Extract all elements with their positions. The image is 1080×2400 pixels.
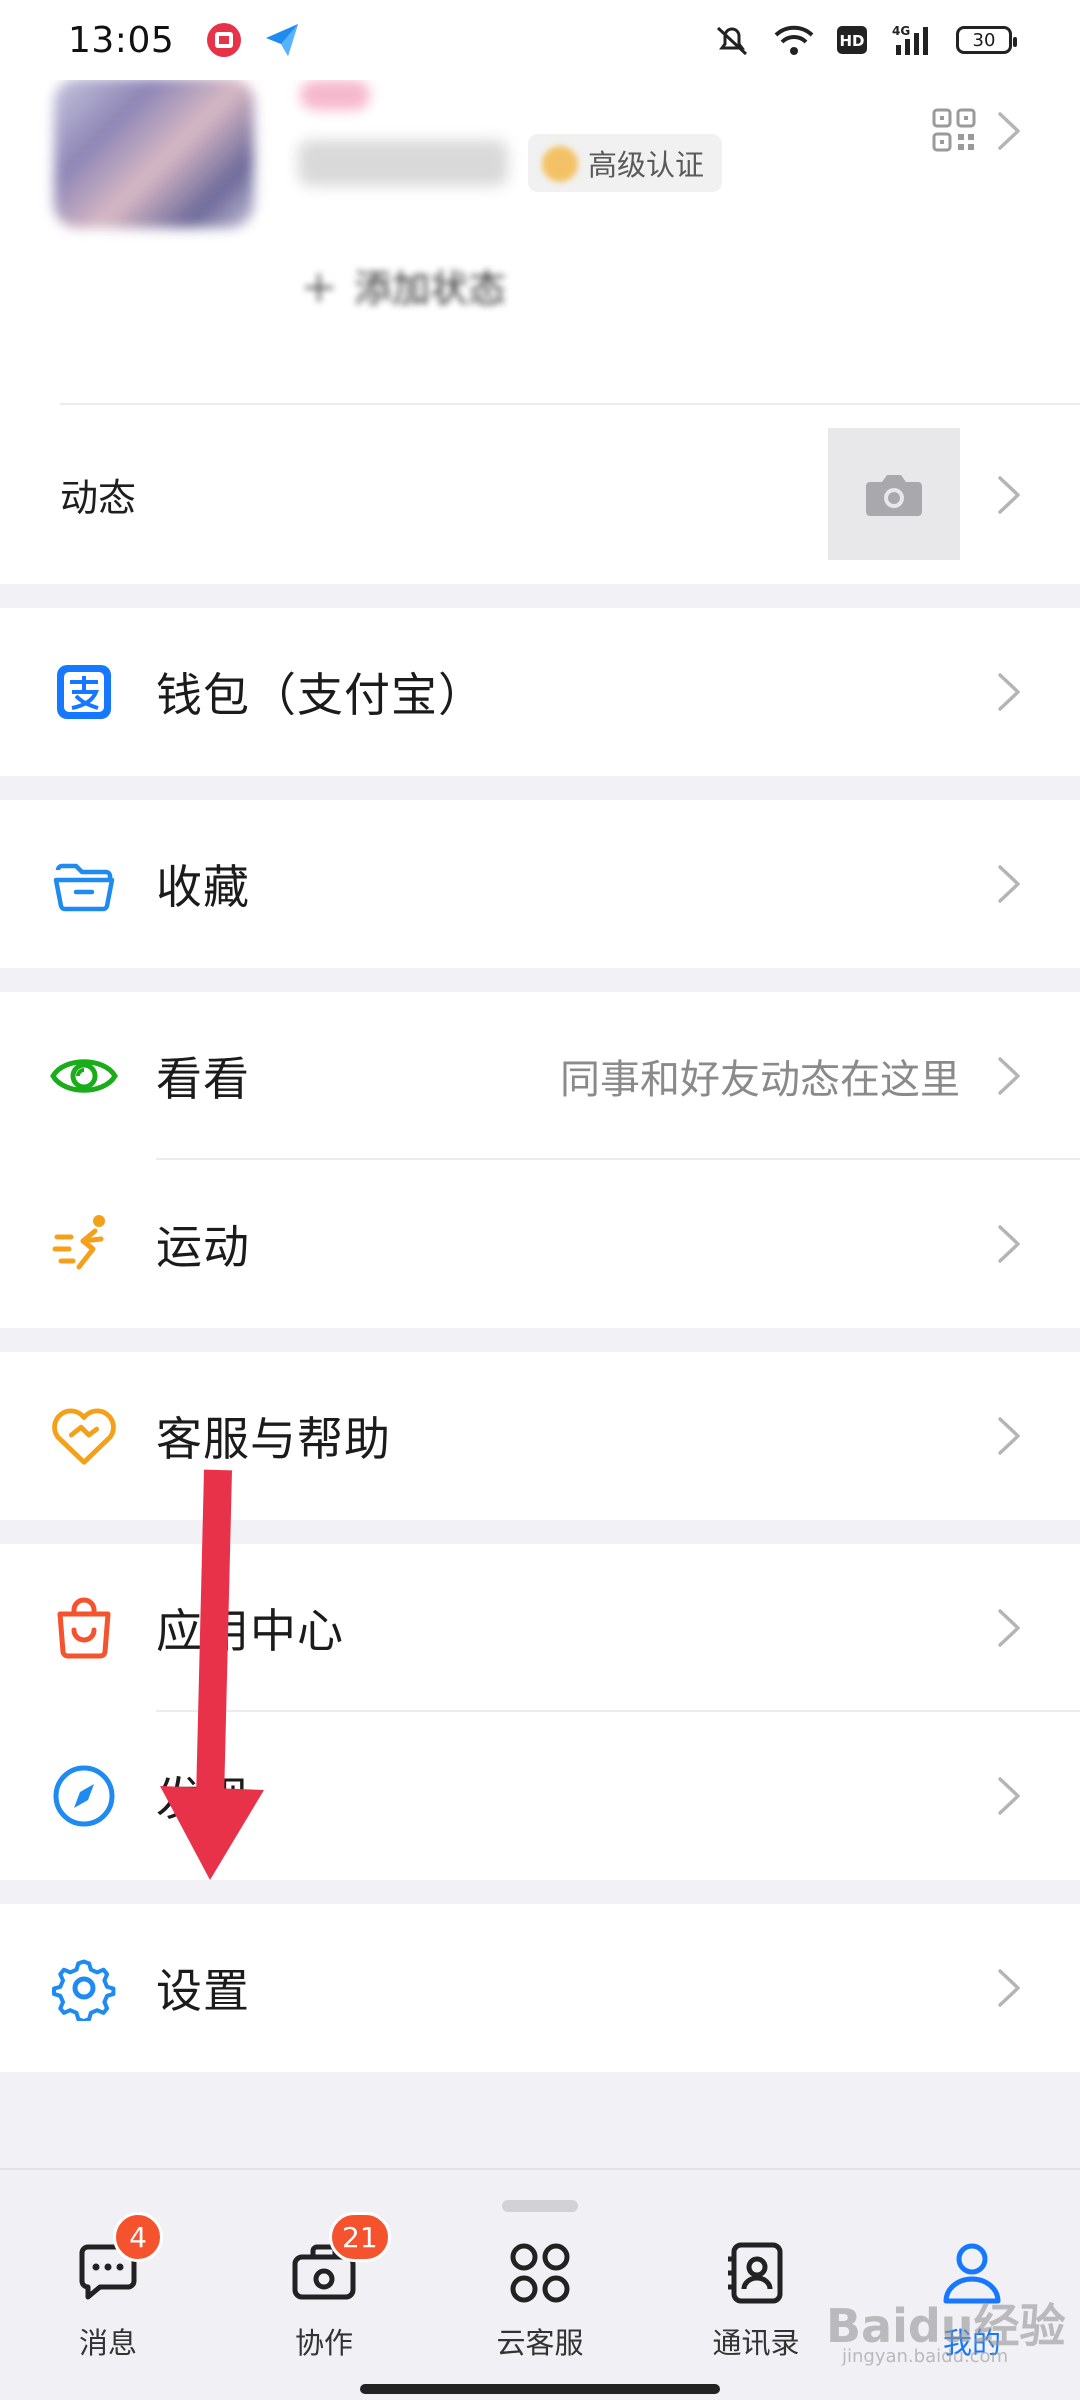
wifi-icon	[774, 25, 814, 55]
menu-item-favorites[interactable]: 收藏	[0, 800, 1080, 968]
svg-text:4G: 4G	[892, 24, 910, 38]
chevron-right-icon	[998, 1609, 1020, 1647]
signal-4g-icon: 4G	[892, 24, 928, 55]
menu-group-apps: 应用中心 发现	[0, 1544, 1080, 1880]
chevron-right-icon	[998, 476, 1020, 514]
gear-icon	[50, 1954, 118, 2022]
shopping-bag-icon	[50, 1594, 118, 1662]
contacts-book-icon	[728, 2242, 783, 2304]
user-name-blurred	[300, 80, 370, 110]
menu-item-sports[interactable]: 运动	[0, 1160, 1080, 1328]
moments-label: 动态	[60, 475, 137, 520]
alipay-wallet-icon	[50, 658, 118, 726]
menu-label-support: 客服与帮助	[156, 1412, 391, 1466]
menu-label-wallet: 钱包（支付宝）	[156, 668, 485, 722]
unread-badge: 21	[329, 2212, 391, 2262]
add-status-label: 添加状态	[354, 267, 507, 311]
folder-favorites-icon	[50, 850, 118, 918]
profile-chevron-right-icon[interactable]	[996, 110, 1022, 152]
running-icon	[50, 1210, 118, 1278]
company-name-blurred	[298, 140, 508, 186]
svg-text:HD: HD	[839, 32, 864, 50]
certification-badge[interactable]: 高级认证	[528, 134, 723, 192]
tab-collaboration[interactable]: 21 协作	[244, 2212, 404, 2362]
tab-label: 协作	[294, 2326, 353, 2360]
grid-apps-icon	[510, 2243, 570, 2303]
camera-icon	[866, 475, 922, 516]
menu-label-sports: 运动	[156, 1220, 250, 1274]
battery-level: 30	[972, 29, 996, 51]
menu-group-wallet: 钱包（支付宝）	[0, 608, 1080, 776]
menu-group-settings: 设置	[0, 1904, 1080, 2072]
chevron-right-icon	[998, 1225, 1020, 1263]
moments-camera-thumbnail[interactable]	[828, 428, 960, 560]
menu-label-settings: 设置	[156, 1964, 250, 2018]
menu-item-settings[interactable]: 设置	[0, 1904, 1080, 2072]
eye-icon	[50, 1042, 118, 1110]
menu-item-support[interactable]: 客服与帮助	[0, 1352, 1080, 1520]
plus-icon: ＋	[300, 267, 339, 311]
tab-label: 云客服	[496, 2326, 584, 2360]
menu-item-discover[interactable]: 发现	[0, 1712, 1080, 1880]
menu-item-app-center[interactable]: 应用中心	[0, 1544, 1080, 1712]
menu-label-app-center: 应用中心	[156, 1604, 344, 1658]
unread-badge: 4	[113, 2212, 163, 2262]
qr-code-icon[interactable]	[932, 108, 976, 152]
menu-item-discover-feed[interactable]: 看看 同事和好友动态在这里	[0, 992, 1080, 1160]
chevron-right-icon	[998, 1777, 1020, 1815]
add-status-button[interactable]: ＋ 添加状态	[300, 258, 506, 313]
status-time: 13:05	[68, 19, 175, 61]
battery-icon: 30	[956, 26, 1017, 54]
menu-label-discover-feed: 看看	[156, 1052, 250, 1106]
profile-card: 高级认证 ＋ 添加状态 动态	[0, 0, 1080, 584]
chevron-right-icon	[998, 1417, 1020, 1455]
menu-label-favorites: 收藏	[156, 860, 250, 914]
send-notification-icon	[266, 24, 299, 56]
tab-messages[interactable]: 4 消息	[28, 2212, 188, 2362]
menu-group-support: 客服与帮助	[0, 1352, 1080, 1520]
certification-label: 高级认证	[588, 148, 705, 182]
chevron-right-icon	[998, 1969, 1020, 2007]
chevron-right-icon	[998, 1057, 1020, 1095]
heart-support-icon	[50, 1402, 118, 1470]
app-notification-icon	[207, 23, 242, 57]
hd-icon: HD	[837, 26, 867, 54]
moments-row[interactable]: 动态	[0, 404, 1080, 584]
chevron-right-icon	[998, 865, 1020, 903]
tab-label: 通讯录	[712, 2326, 800, 2360]
compass-icon	[50, 1762, 118, 1830]
home-indicator	[360, 2384, 720, 2394]
watermark-url: jingyan.baidu.com	[842, 2346, 1009, 2367]
certification-icon	[542, 146, 578, 182]
tab-cloud-service[interactable]: 云客服	[460, 2240, 620, 2362]
menu-label-discover: 发现	[156, 1772, 250, 1826]
mute-bell-icon	[716, 26, 748, 56]
drag-handle[interactable]	[502, 2200, 578, 2212]
status-bar: 13:05 HD 4G 30	[0, 0, 1080, 80]
menu-group-favorites: 收藏	[0, 800, 1080, 968]
menu-item-wallet[interactable]: 钱包（支付宝）	[0, 608, 1080, 776]
tab-contacts[interactable]: 通讯录	[676, 2240, 836, 2362]
chevron-right-icon	[998, 673, 1020, 711]
menu-hint-discover-feed: 同事和好友动态在这里	[560, 1057, 960, 1103]
tab-label: 消息	[78, 2326, 137, 2360]
menu-group-feed: 看看 同事和好友动态在这里 运动	[0, 992, 1080, 1328]
avatar[interactable]	[54, 78, 254, 228]
